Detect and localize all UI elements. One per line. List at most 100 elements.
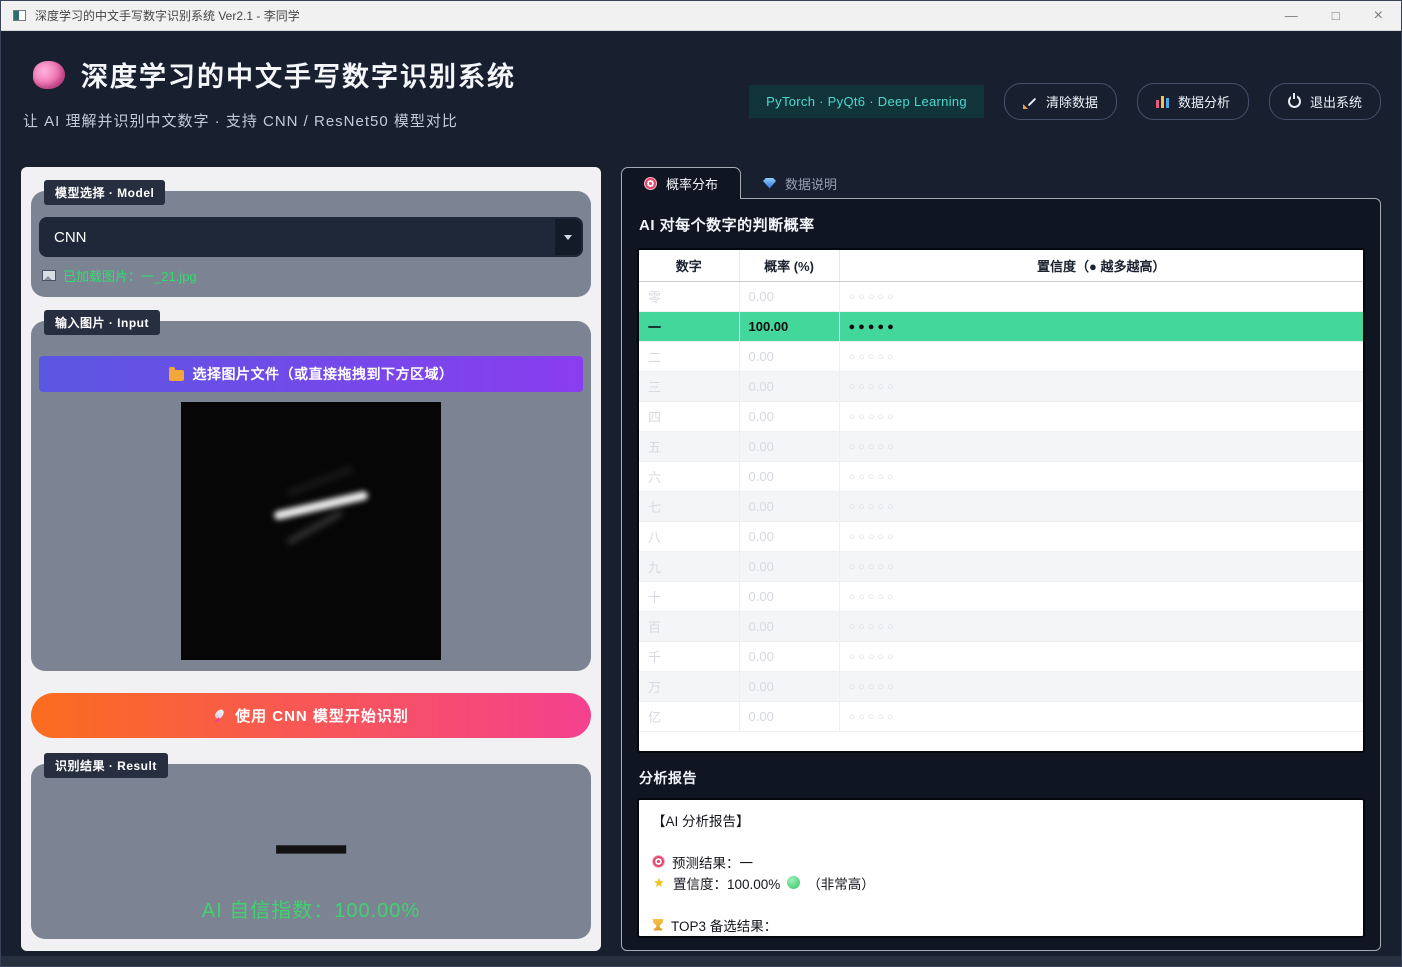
report-line: 【AI 分析报告】 xyxy=(652,809,1350,830)
input-group: 输入图片 · Input 选择图片文件（或直接拖拽到下方区域） xyxy=(31,321,591,671)
report-line: 置信度：100.00%（非常高） xyxy=(652,872,1350,893)
confidence-dots-cell: ○○○○○ xyxy=(839,432,1363,462)
probability-cell: 100.00 xyxy=(739,312,839,342)
confidence-dots-cell: ○○○○○ xyxy=(839,522,1363,552)
probability-cell: 0.00 xyxy=(739,612,839,642)
table-row[interactable]: 零0.00○○○○○ xyxy=(639,282,1363,312)
probability-table: 数字概率 (%)置信度（● 越多越高） 零0.00○○○○○一100.00●●●… xyxy=(639,250,1363,732)
digit-cell: 三 xyxy=(639,372,739,402)
clear-data-button[interactable]: 清除数据 xyxy=(1004,83,1117,120)
model-group: 模型选择 · Model CNN 已加载图片：一_21.jpg xyxy=(31,191,591,297)
recognize-button[interactable]: 使用 CNN 模型开始识别 xyxy=(31,693,591,738)
table-row[interactable]: 十0.00○○○○○ xyxy=(639,582,1363,612)
probability-cell: 0.00 xyxy=(739,642,839,672)
report-text: ① 一：100.00% xyxy=(652,936,748,939)
table-row[interactable]: 七0.00○○○○○ xyxy=(639,492,1363,522)
confidence-dots-cell: ○○○○○ xyxy=(839,342,1363,372)
choose-file-button[interactable]: 选择图片文件（或直接拖拽到下方区域） xyxy=(39,356,583,392)
table-row[interactable]: 一100.00●●●●● xyxy=(639,312,1363,342)
input-image-preview[interactable] xyxy=(181,402,441,660)
confidence-dots-cell: ○○○○○ xyxy=(839,402,1363,432)
table-row[interactable]: 百0.00○○○○○ xyxy=(639,612,1363,642)
footer-strip xyxy=(1,956,1401,966)
probability-panel: AI 对每个数字的判断概率 数字概率 (%)置信度（● 越多越高） 零0.00○… xyxy=(621,198,1381,951)
result-group-label: 识别结果 · Result xyxy=(44,753,168,778)
window-title: 深度学习的中文手写数字识别系统 Ver2.1 - 李同学 xyxy=(35,7,1276,24)
table-row[interactable]: 三0.00○○○○○ xyxy=(639,372,1363,402)
probability-cell: 0.00 xyxy=(739,582,839,612)
model-select-value: CNN xyxy=(54,229,87,246)
table-row[interactable]: 万0.00○○○○○ xyxy=(639,672,1363,702)
power-icon xyxy=(1288,95,1301,108)
input-group-label: 输入图片 · Input xyxy=(44,310,160,335)
confidence-dots-cell: ○○○○○ xyxy=(839,642,1363,672)
result-group: 识别结果 · Result 一 AI 自信指数：100.00% xyxy=(31,764,591,939)
probability-cell: 0.00 xyxy=(739,402,839,432)
target-icon xyxy=(644,177,657,190)
table-header-cell: 数字 xyxy=(639,250,739,282)
table-row[interactable]: 九0.00○○○○○ xyxy=(639,552,1363,582)
digit-cell: 十 xyxy=(639,582,739,612)
table-row[interactable]: 四0.00○○○○○ xyxy=(639,402,1363,432)
table-row[interactable]: 千0.00○○○○○ xyxy=(639,642,1363,672)
digit-cell: 六 xyxy=(639,462,739,492)
table-row[interactable]: 亿0.00○○○○○ xyxy=(639,702,1363,732)
confidence-dots-cell: ○○○○○ xyxy=(839,612,1363,642)
table-row[interactable]: 二0.00○○○○○ xyxy=(639,342,1363,372)
data-analysis-button-label: 数据分析 xyxy=(1178,92,1230,111)
broom-icon xyxy=(1023,95,1037,109)
green-dot-icon xyxy=(787,876,800,889)
star-icon xyxy=(652,875,666,890)
report-text: （非常高） xyxy=(807,873,875,893)
probability-cell: 0.00 xyxy=(739,702,839,732)
probability-table-container: 数字概率 (%)置信度（● 越多越高） 零0.00○○○○○一100.00●●●… xyxy=(637,248,1365,753)
table-header-cell: 置信度（● 越多越高） xyxy=(839,250,1363,282)
window-controls: — □ × xyxy=(1285,7,1389,25)
left-panel: 模型选择 · Model CNN 已加载图片：一_21.jpg 输入图片 · I… xyxy=(21,167,601,951)
model-select[interactable]: CNN xyxy=(39,217,583,257)
report-line: TOP3 备选结果： xyxy=(652,914,1350,935)
rocket-icon xyxy=(213,709,226,722)
confidence-text: AI 自信指数：100.00% xyxy=(31,894,591,923)
exit-button[interactable]: 退出系统 xyxy=(1269,83,1381,120)
model-group-label: 模型选择 · Model xyxy=(44,180,165,205)
page-title: 深度学习的中文手写数字识别系统 xyxy=(81,55,516,94)
target-icon xyxy=(652,855,665,868)
folder-icon xyxy=(169,370,184,381)
report-line: ① 一：100.00% xyxy=(652,935,1350,938)
digit-cell: 百 xyxy=(639,612,739,642)
tab-probability-distribution[interactable]: 概率分布 xyxy=(621,167,741,199)
main-area: 深度学习的中文手写数字识别系统 让 AI 理解并识别中文数字 · 支持 CNN … xyxy=(1,31,1401,967)
table-row[interactable]: 八0.00○○○○○ xyxy=(639,522,1363,552)
confidence-dots-cell: ○○○○○ xyxy=(839,492,1363,522)
brain-icon xyxy=(33,61,65,89)
minimize-button[interactable]: — xyxy=(1285,8,1298,23)
handwritten-stroke xyxy=(273,490,369,520)
report-line xyxy=(652,893,1350,914)
probability-cell: 0.00 xyxy=(739,282,839,312)
data-analysis-button[interactable]: 数据分析 xyxy=(1137,83,1249,120)
content-row: 模型选择 · Model CNN 已加载图片：一_21.jpg 输入图片 · I… xyxy=(21,167,1381,951)
bar-chart-icon xyxy=(1156,96,1169,108)
report-title: 分析报告 xyxy=(639,768,1365,788)
probability-cell: 0.00 xyxy=(739,492,839,522)
probability-cell: 0.00 xyxy=(739,372,839,402)
digit-cell: 五 xyxy=(639,432,739,462)
tabbar: 概率分布数据说明 xyxy=(621,167,1381,199)
maximize-button[interactable]: □ xyxy=(1332,8,1340,23)
table-row[interactable]: 五0.00○○○○○ xyxy=(639,432,1363,462)
tab-data-description[interactable]: 数据说明 xyxy=(741,167,859,199)
trophy-icon xyxy=(652,919,664,931)
probability-cell: 0.00 xyxy=(739,552,839,582)
model-select-arrow[interactable] xyxy=(555,219,581,255)
header-actions: PyTorch · PyQt6 · Deep Learning 清除数据数据分析… xyxy=(749,83,1381,120)
digit-cell: 一 xyxy=(639,312,739,342)
header: 深度学习的中文手写数字识别系统 让 AI 理解并识别中文数字 · 支持 CNN … xyxy=(21,55,1381,131)
digit-cell: 八 xyxy=(639,522,739,552)
app-window: 深度学习的中文手写数字识别系统 Ver2.1 - 李同学 — □ × 深度学习的… xyxy=(0,0,1402,967)
choose-file-label: 选择图片文件（或直接拖拽到下方区域） xyxy=(193,364,454,384)
table-row[interactable]: 六0.00○○○○○ xyxy=(639,462,1363,492)
probability-cell: 0.00 xyxy=(739,462,839,492)
picture-icon xyxy=(42,270,56,281)
close-button[interactable]: × xyxy=(1374,7,1383,25)
